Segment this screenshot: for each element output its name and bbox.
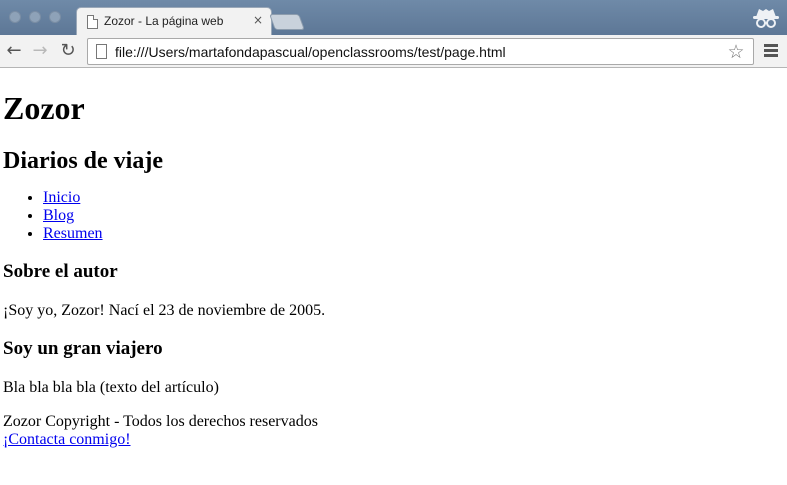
page-icon — [87, 15, 98, 29]
url-text[interactable]: file:///Users/martafondapascual/openclas… — [115, 44, 719, 60]
nav-link-resumen[interactable]: Resumen — [43, 225, 103, 242]
nav-item: Resumen — [43, 225, 787, 243]
footer: Zozor Copyright - Todos los derechos res… — [3, 413, 787, 449]
browser-tab-active[interactable]: Zozor - La página web × — [76, 7, 272, 35]
incognito-icon[interactable] — [752, 6, 780, 32]
tab-strip: Zozor - La página web × — [0, 0, 787, 35]
contact-link[interactable]: ¡Contacta conmigo! — [3, 431, 131, 448]
new-tab-button[interactable] — [269, 14, 305, 30]
bookmark-star-icon[interactable]: ☆ — [724, 40, 748, 64]
page-icon — [96, 44, 107, 59]
zoom-window-button[interactable] — [49, 11, 61, 23]
forward-arrow-icon[interactable]: → — [29, 40, 51, 62]
site-title: Zozor — [3, 90, 85, 126]
article-heading: Soy un gran viajero — [3, 338, 163, 359]
minimize-window-button[interactable] — [29, 11, 41, 23]
page-content: Zozor Diarios de viaje Inicio Blog Resum… — [0, 69, 787, 485]
site-subtitle: Diarios de viaje — [3, 148, 163, 174]
about-text: ¡Soy yo, Zozor! Nací el 23 de noviembre … — [3, 302, 326, 319]
reload-icon[interactable]: ↻ — [57, 40, 79, 62]
nav-item: Inicio — [43, 189, 787, 207]
hamburger-menu-icon[interactable] — [764, 44, 780, 58]
close-tab-icon[interactable]: × — [251, 13, 265, 27]
copyright-text: Zozor Copyright - Todos los derechos res… — [3, 413, 318, 430]
nav-link-inicio[interactable]: Inicio — [43, 189, 80, 206]
article-text: Bla bla bla bla (texto del artículo) — [3, 379, 219, 396]
about-heading: Sobre el autor — [3, 261, 118, 282]
back-arrow-icon[interactable]: ← — [3, 40, 25, 62]
nav-link-blog[interactable]: Blog — [43, 207, 74, 224]
address-bar[interactable]: file:///Users/martafondapascual/openclas… — [87, 38, 754, 65]
nav-list: Inicio Blog Resumen — [3, 189, 787, 243]
browser-toolbar: ← → ↻ file:///Users/martafondapascual/op… — [0, 35, 787, 68]
tab-title: Zozor - La página web — [104, 14, 224, 28]
close-window-button[interactable] — [9, 11, 21, 23]
nav-item: Blog — [43, 207, 787, 225]
